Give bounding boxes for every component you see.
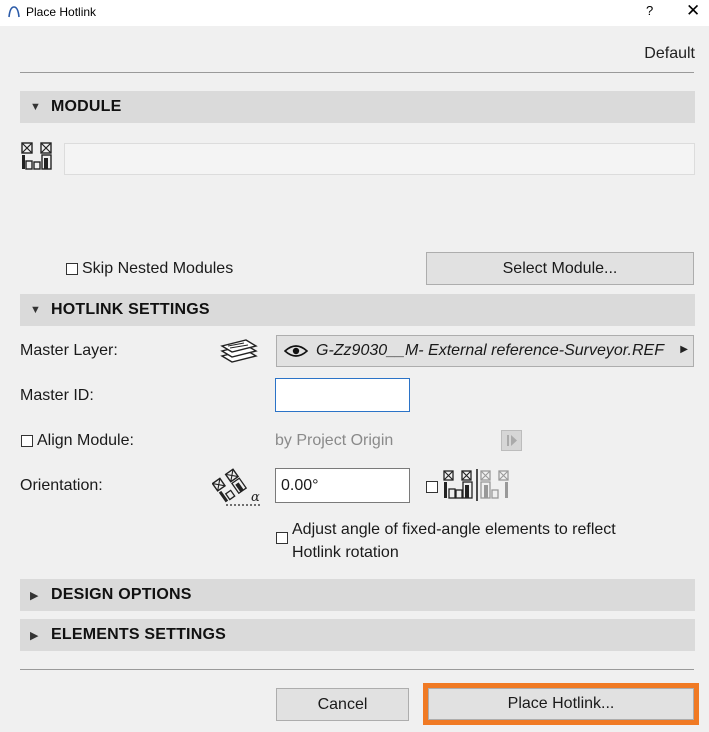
adjust-angle-checkbox[interactable] <box>276 532 288 544</box>
adjust-angle-label-line1: Adjust angle of fixed-angle elements to … <box>292 521 616 538</box>
section-hotlink-settings-label: HOTLINK SETTINGS <box>51 301 210 318</box>
master-id-input[interactable] <box>275 378 410 412</box>
skip-nested-label: Skip Nested Modules <box>82 260 234 277</box>
module-path-field[interactable] <box>64 143 695 175</box>
expand-triangle-icon: ▶ <box>30 629 39 642</box>
module-icon <box>21 142 52 170</box>
master-id-label: Master ID: <box>20 387 94 404</box>
settings-preset[interactable]: Default <box>644 45 695 63</box>
align-module-label: Align Module: <box>37 432 134 449</box>
master-layer-value: G-Zz9030__M- External reference-Surveyor… <box>316 342 664 359</box>
section-design-options-header[interactable]: ▶ DESIGN OPTIONS <box>20 579 695 611</box>
divider <box>20 669 694 670</box>
section-hotlink-settings-header[interactable]: ▼ HOTLINK SETTINGS <box>20 294 695 326</box>
title-bar <box>0 0 709 26</box>
window-title: Place Hotlink <box>26 5 97 19</box>
place-hotlink-button[interactable]: Place Hotlink... <box>428 688 694 720</box>
orientation-input[interactable]: 0.00° <box>275 468 410 503</box>
expand-triangle-icon: ▶ <box>30 589 39 602</box>
cancel-button[interactable]: Cancel <box>276 688 409 721</box>
section-module-label: MODULE <box>51 98 122 115</box>
section-elements-settings-label: ELEMENTS SETTINGS <box>51 626 226 643</box>
archicad-logo-icon <box>8 6 20 18</box>
skip-nested-checkbox[interactable] <box>66 263 78 275</box>
master-layer-label: Master Layer: <box>20 342 118 359</box>
section-elements-settings-header[interactable]: ▶ ELEMENTS SETTINGS <box>20 619 695 651</box>
select-module-button[interactable]: Select Module... <box>426 252 694 285</box>
dropdown-arrow-icon: ▶ <box>680 344 688 355</box>
mirror-checkbox[interactable] <box>426 481 438 493</box>
help-button[interactable]: ? <box>646 3 653 18</box>
eye-icon <box>284 345 308 357</box>
align-module-checkbox[interactable] <box>21 435 33 447</box>
adjust-angle-label-line2: Hotlink rotation <box>292 544 399 561</box>
align-options-button[interactable] <box>501 430 522 451</box>
align-module-value: by Project Origin <box>275 432 394 449</box>
section-design-options-label: DESIGN OPTIONS <box>51 586 192 603</box>
play-arrow-icon <box>507 435 517 446</box>
svg-text:α: α <box>251 490 260 505</box>
orientation-label: Orientation: <box>20 477 103 494</box>
master-layer-dropdown[interactable]: G-Zz9030__M- External reference-Surveyor… <box>276 335 694 367</box>
collapse-triangle-icon: ▼ <box>30 304 41 316</box>
mirror-module-icon <box>443 469 509 501</box>
layers-icon <box>220 339 258 363</box>
close-button[interactable]: ✕ <box>686 1 700 21</box>
divider <box>20 72 694 73</box>
collapse-triangle-icon: ▼ <box>30 101 41 113</box>
section-module-header[interactable]: ▼ MODULE <box>20 91 695 123</box>
adjust-angle-label: Adjust angle of fixed-angle elements to … <box>292 518 616 564</box>
rotation-angle-icon: α <box>212 468 262 506</box>
